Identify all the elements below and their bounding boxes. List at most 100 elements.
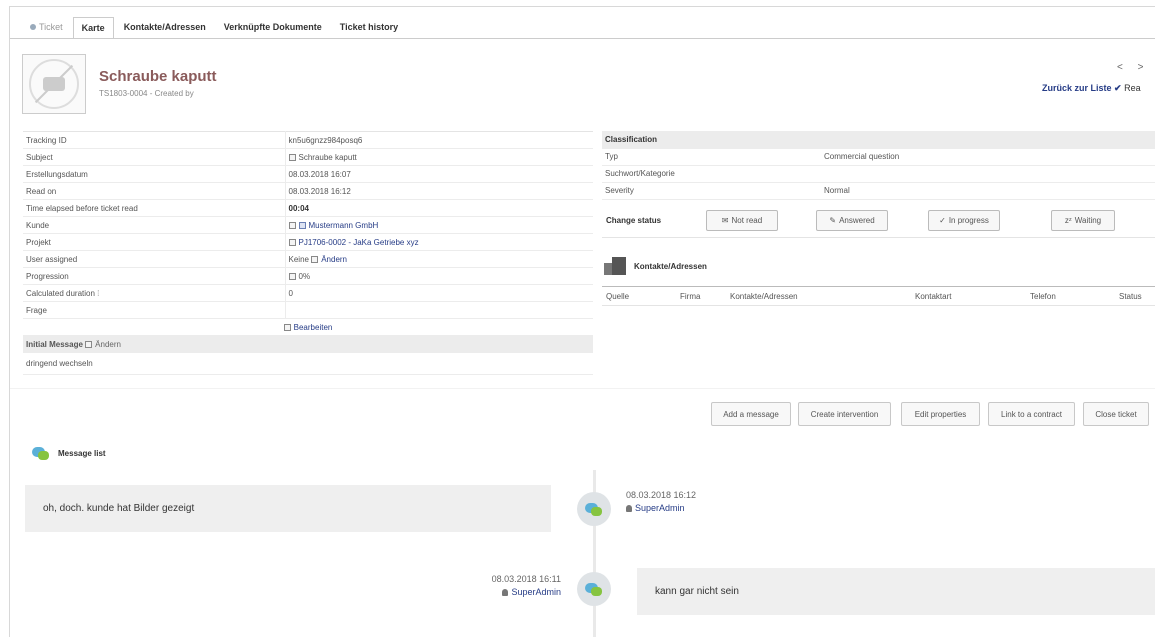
no-image-icon — [29, 59, 79, 109]
ticket-avatar — [22, 54, 86, 114]
detail-value: 0 — [285, 284, 593, 302]
detail-label: Kunde — [23, 216, 286, 234]
edit-icon[interactable] — [288, 272, 296, 280]
status-button-label: Answered — [839, 216, 875, 225]
message-user[interactable]: SuperAdmin — [511, 587, 561, 597]
status-answered-button[interactable]: ✎ Answered — [816, 210, 888, 231]
edit-icon[interactable] — [288, 153, 296, 161]
detail-label: Read on — [23, 182, 286, 200]
status-button-label: In progress — [948, 216, 989, 225]
detail-row: Time elapsed before ticket read 00:04 — [23, 199, 593, 217]
tab-dokumente[interactable]: Verknüpfte Dokumente — [216, 17, 330, 39]
detail-row: Frage — [23, 301, 593, 319]
classification-value — [821, 165, 1155, 183]
user-icon — [626, 505, 632, 512]
edit-cell: Bearbeiten — [23, 318, 593, 336]
message-date: 08.03.2018 16:12 — [626, 490, 697, 500]
back-to-list-link[interactable]: Zurück zur Liste ✔ Rea — [1042, 83, 1141, 94]
status-in-progress-button[interactable]: ✓ In progress — [928, 210, 1000, 231]
tab-ticket[interactable]: Ticket — [22, 17, 71, 39]
detail-row: Progression 0% — [23, 267, 593, 285]
detail-value — [285, 301, 593, 319]
mail-icon: ✉ — [721, 216, 729, 225]
classification-label: Suchwort/Kategorie — [602, 165, 821, 183]
initial-message-text: dringend wechseln — [23, 352, 593, 375]
classification-table: Classification Typ Commercial question Su… — [602, 131, 1155, 200]
message-list-icon — [32, 447, 50, 460]
assigned-value: Keine — [288, 254, 309, 264]
edit-link[interactable]: Bearbeiten — [294, 323, 333, 332]
detail-label: User assigned — [23, 250, 286, 268]
classification-value: Commercial question — [821, 148, 1155, 166]
detail-value: 08.03.2018 16:07 — [285, 165, 593, 183]
progression-value: 0% — [298, 271, 311, 281]
message-icon — [585, 582, 603, 596]
message-bubble: oh, doch. kunde hat Bilder gezeigt — [25, 485, 551, 532]
edit-properties-button[interactable]: Edit properties — [901, 402, 980, 426]
initial-message-heading-cell: Initial Message Ändern — [23, 335, 593, 353]
customer-link[interactable]: Mustermann GmbH — [309, 221, 379, 230]
create-intervention-button[interactable]: Create intervention — [798, 402, 891, 426]
wait-icon: zᶻ — [1064, 216, 1072, 225]
duration-label: Calculated duration — [26, 288, 95, 298]
link-contract-button[interactable]: Link to a contract — [988, 402, 1075, 426]
add-message-button[interactable]: Add a message — [711, 402, 791, 426]
classification-header: Classification — [602, 131, 1155, 149]
detail-row: Kunde Mustermann GmbH — [23, 216, 593, 234]
ticket-ref: TS1803-0004 - Created by — [99, 89, 194, 98]
company-icon — [298, 221, 306, 229]
detail-row: Calculated duration ⁞ 0 — [23, 284, 593, 302]
edit-icon[interactable] — [288, 238, 296, 246]
detail-value: Keine Ändern — [285, 250, 593, 268]
column-header: Status — [1119, 292, 1142, 301]
reply-icon: ✎ — [829, 216, 837, 225]
tab-kontakte[interactable]: Kontakte/Adressen — [116, 17, 214, 39]
detail-label: Subject — [23, 148, 286, 166]
message-author[interactable]: SuperAdmin — [474, 586, 561, 599]
edit-icon — [85, 340, 93, 348]
change-message-link[interactable]: Ändern — [95, 340, 121, 349]
progress-icon: ✓ — [939, 216, 946, 225]
status-button-label: Waiting — [1074, 216, 1102, 225]
status-button-label: Not read — [731, 216, 763, 225]
detail-value: Schraube kaputt — [285, 148, 593, 166]
classification-value: Normal — [821, 182, 1155, 200]
message-user[interactable]: SuperAdmin — [635, 503, 685, 513]
change-assignee-link[interactable]: Ändern — [321, 255, 347, 264]
message-meta: 08.03.2018 16:11 SuperAdmin — [474, 573, 561, 599]
message-bubble: kann gar nicht sein — [637, 568, 1155, 615]
change-status-label: Change status — [606, 216, 662, 225]
status-not-read-button[interactable]: ✉ Not read — [706, 210, 778, 231]
column-header: Telefon — [1030, 292, 1056, 301]
user-icon — [502, 589, 509, 596]
ticket-icon — [30, 24, 36, 30]
detail-value: Mustermann GmbH — [285, 216, 593, 234]
message-list-heading: Message list — [58, 449, 106, 458]
classification-label: Typ — [602, 148, 821, 166]
detail-label: Progression — [23, 267, 286, 285]
detail-label: Tracking ID — [23, 131, 286, 149]
status-waiting-button[interactable]: zᶻ Waiting — [1051, 210, 1115, 231]
tab-ticket-label: Ticket — [39, 22, 63, 32]
classification-row: Suchwort/Kategorie — [602, 165, 1155, 183]
detail-row: Erstellungsdatum 08.03.2018 16:07 — [23, 165, 593, 183]
edit-icon[interactable] — [288, 221, 296, 229]
tab-history[interactable]: Ticket history — [332, 17, 406, 39]
detail-row: Projekt PJ1706-0002 - JaKa Getriebe xyz — [23, 233, 593, 251]
info-icon: ⁞ — [97, 288, 100, 298]
message-date: 08.03.2018 16:11 — [491, 574, 561, 584]
message-text: oh, doch. kunde hat Bilder gezeigt — [43, 503, 195, 514]
ticket-card: Ticket Karte Kontakte/Adressen Verknüpft… — [9, 6, 1155, 637]
project-link[interactable]: PJ1706-0002 - JaKa Getriebe xyz — [299, 238, 419, 247]
close-ticket-button[interactable]: Close ticket — [1083, 402, 1149, 426]
message-author[interactable]: SuperAdmin — [626, 502, 696, 515]
classification-row: Severity Normal — [602, 182, 1155, 200]
pager-arrows[interactable]: < > — [1117, 62, 1149, 73]
edit-row: Bearbeiten — [23, 318, 593, 336]
classification-heading: Classification — [602, 131, 1155, 149]
column-header: Quelle — [606, 292, 630, 301]
contacts-heading: Kontakte/Adressen — [634, 261, 707, 271]
tab-karte[interactable]: Karte — [72, 17, 114, 39]
message-meta: 08.03.2018 16:12 SuperAdmin — [626, 489, 696, 515]
ticket-details-table: Tracking ID kn5u6gnzz984posq6 Subject Schr… — [23, 131, 593, 375]
